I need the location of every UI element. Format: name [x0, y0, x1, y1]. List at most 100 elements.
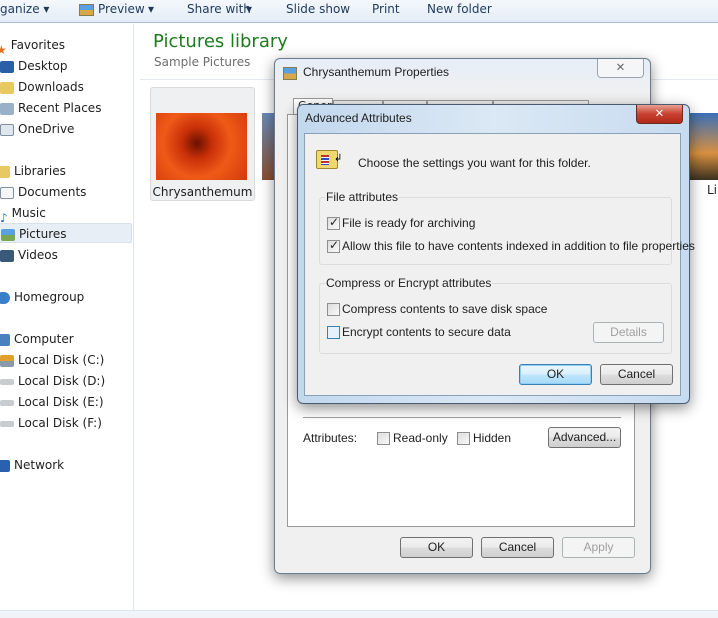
- details-button[interactable]: Details: [593, 322, 664, 343]
- sidebar-item-downloads[interactable]: Downloads: [0, 77, 84, 97]
- apply-button[interactable]: Apply: [562, 537, 635, 558]
- preview-icon: [79, 4, 94, 16]
- advanced-title: Advanced Attributes: [305, 111, 412, 125]
- disk-icon: [0, 399, 14, 406]
- label: Music: [11, 206, 46, 220]
- file-label: Li: [707, 183, 718, 197]
- network-icon: [0, 459, 10, 472]
- label: OneDrive: [18, 122, 75, 136]
- hidden-checkbox[interactable]: [457, 432, 470, 445]
- sidebar-item-onedrive[interactable]: OneDrive: [0, 119, 74, 139]
- archive-label: File is ready for archiving: [342, 216, 476, 230]
- index-checkbox[interactable]: [327, 238, 340, 253]
- divider: [303, 417, 621, 418]
- readonly-label: Read-only: [393, 431, 448, 445]
- properties-title: Chrysanthemum Properties: [303, 65, 450, 79]
- recent-places-icon: [0, 102, 14, 115]
- cancel-button[interactable]: Cancel: [481, 537, 554, 558]
- sidebar-item-documents[interactable]: Documents: [0, 182, 86, 202]
- sidebar-item-recent-places[interactable]: Recent Places: [0, 98, 101, 118]
- cancel-button[interactable]: Cancel: [600, 364, 673, 385]
- sidebar-item-videos[interactable]: Videos: [0, 245, 58, 265]
- label: Network: [14, 458, 65, 472]
- music-icon: ♪: [0, 210, 8, 225]
- sidebar-item-libraries[interactable]: Libraries: [0, 161, 66, 181]
- intro-text: Choose the settings you want for this fo…: [358, 156, 591, 170]
- disk-icon: [0, 420, 14, 427]
- group-label: Compress or Encrypt attributes: [325, 276, 493, 290]
- compress-checkbox[interactable]: [327, 303, 340, 316]
- preview-dropdown-icon[interactable]: ▾: [148, 2, 154, 16]
- share-dropdown-icon[interactable]: ▾: [246, 2, 252, 16]
- encrypt-label: Encrypt contents to secure data: [342, 325, 511, 339]
- label: Pictures: [19, 227, 67, 241]
- label: Local Disk (C:): [18, 353, 105, 367]
- organize-menu[interactable]: ganize ▾: [0, 2, 49, 16]
- pictures-icon: [1, 228, 15, 241]
- advanced-attributes-dialog: Advanced Attributes ✕ ↲ Choose the setti…: [297, 104, 695, 404]
- library-title: Pictures library: [153, 31, 288, 52]
- thumbnail-lighthouse[interactable]: [690, 113, 718, 180]
- encrypt-checkbox[interactable]: [327, 326, 340, 339]
- desktop-icon: [0, 60, 14, 73]
- index-label: Allow this file to have contents indexed…: [342, 239, 695, 253]
- readonly-checkbox[interactable]: [377, 432, 390, 445]
- sidebar-item-disk-d[interactable]: Local Disk (D:): [0, 371, 105, 391]
- label: Homegroup: [14, 290, 85, 304]
- sidebar-item-homegroup[interactable]: Homegroup: [0, 287, 84, 307]
- archive-checkbox[interactable]: [327, 215, 340, 230]
- close-button[interactable]: ✕: [597, 59, 644, 78]
- videos-icon: [0, 249, 14, 262]
- label: Local Disk (E:): [18, 395, 104, 409]
- thumbnail-chrysanthemum: [156, 113, 247, 180]
- sidebar-item-desktop[interactable]: Desktop: [0, 56, 68, 76]
- group-label: File attributes: [325, 190, 400, 204]
- sidebar-item-computer[interactable]: Computer: [0, 329, 74, 349]
- sidebar-item-disk-f[interactable]: Local Disk (F:): [0, 413, 102, 433]
- file-item-chrysanthemum[interactable]: Chrysanthemum: [150, 87, 255, 201]
- libraries-icon: [0, 165, 10, 178]
- file-attributes-group: File attributes File is ready for archiv…: [319, 190, 695, 265]
- system-disk-icon: [0, 354, 14, 367]
- preview-button[interactable]: Preview: [98, 2, 145, 16]
- label: Local Disk (D:): [18, 374, 106, 388]
- sidebar-item-disk-c[interactable]: Local Disk (C:): [0, 350, 104, 370]
- dialog-content: ↲ Choose the settings you want for this …: [304, 133, 695, 396]
- new-folder-button[interactable]: New folder: [427, 2, 492, 16]
- compress-encrypt-group: Compress or Encrypt attributes Compress …: [319, 276, 672, 354]
- label: Desktop: [18, 59, 68, 73]
- label: Videos: [18, 248, 58, 262]
- label: Local Disk (F:): [18, 416, 102, 430]
- label: Favorites: [10, 38, 65, 52]
- label: Libraries: [14, 164, 66, 178]
- star-icon: ★: [0, 42, 7, 57]
- attributes-label: Attributes:: [303, 431, 358, 445]
- homegroup-icon: [0, 291, 10, 304]
- documents-icon: [0, 186, 14, 199]
- library-subtitle: Sample Pictures: [154, 55, 251, 69]
- toolbar: ganize ▾ Preview ▾ Share with ▾ Slide sh…: [0, 0, 718, 23]
- advanced-button[interactable]: Advanced...: [548, 427, 621, 448]
- hidden-label: Hidden: [473, 431, 512, 445]
- print-button[interactable]: Print: [372, 2, 400, 16]
- sidebar-item-network[interactable]: Network: [0, 455, 64, 475]
- sidebar-item-disk-e[interactable]: Local Disk (E:): [0, 392, 104, 412]
- onedrive-icon: [0, 123, 14, 136]
- folder-settings-icon: ↲: [316, 150, 342, 169]
- ok-button[interactable]: OK: [519, 364, 592, 385]
- label: Recent Places: [18, 101, 102, 115]
- ok-button[interactable]: OK: [400, 537, 473, 558]
- downloads-icon: [0, 81, 14, 94]
- sidebar-item-favorites[interactable]: ★ Favorites: [0, 35, 65, 57]
- share-with-menu[interactable]: Share with: [187, 2, 251, 16]
- label: Documents: [18, 185, 87, 199]
- status-bar: [0, 610, 718, 618]
- sidebar-item-music[interactable]: ♪ Music: [0, 203, 46, 225]
- sidebar-item-pictures[interactable]: Pictures: [0, 223, 132, 243]
- label: Computer: [14, 332, 74, 346]
- disk-icon: [0, 378, 14, 385]
- close-button[interactable]: ✕: [636, 105, 683, 124]
- slide-show-button[interactable]: Slide show: [286, 2, 350, 16]
- file-label: Chrysanthemum: [152, 185, 253, 199]
- label: Downloads: [18, 80, 84, 94]
